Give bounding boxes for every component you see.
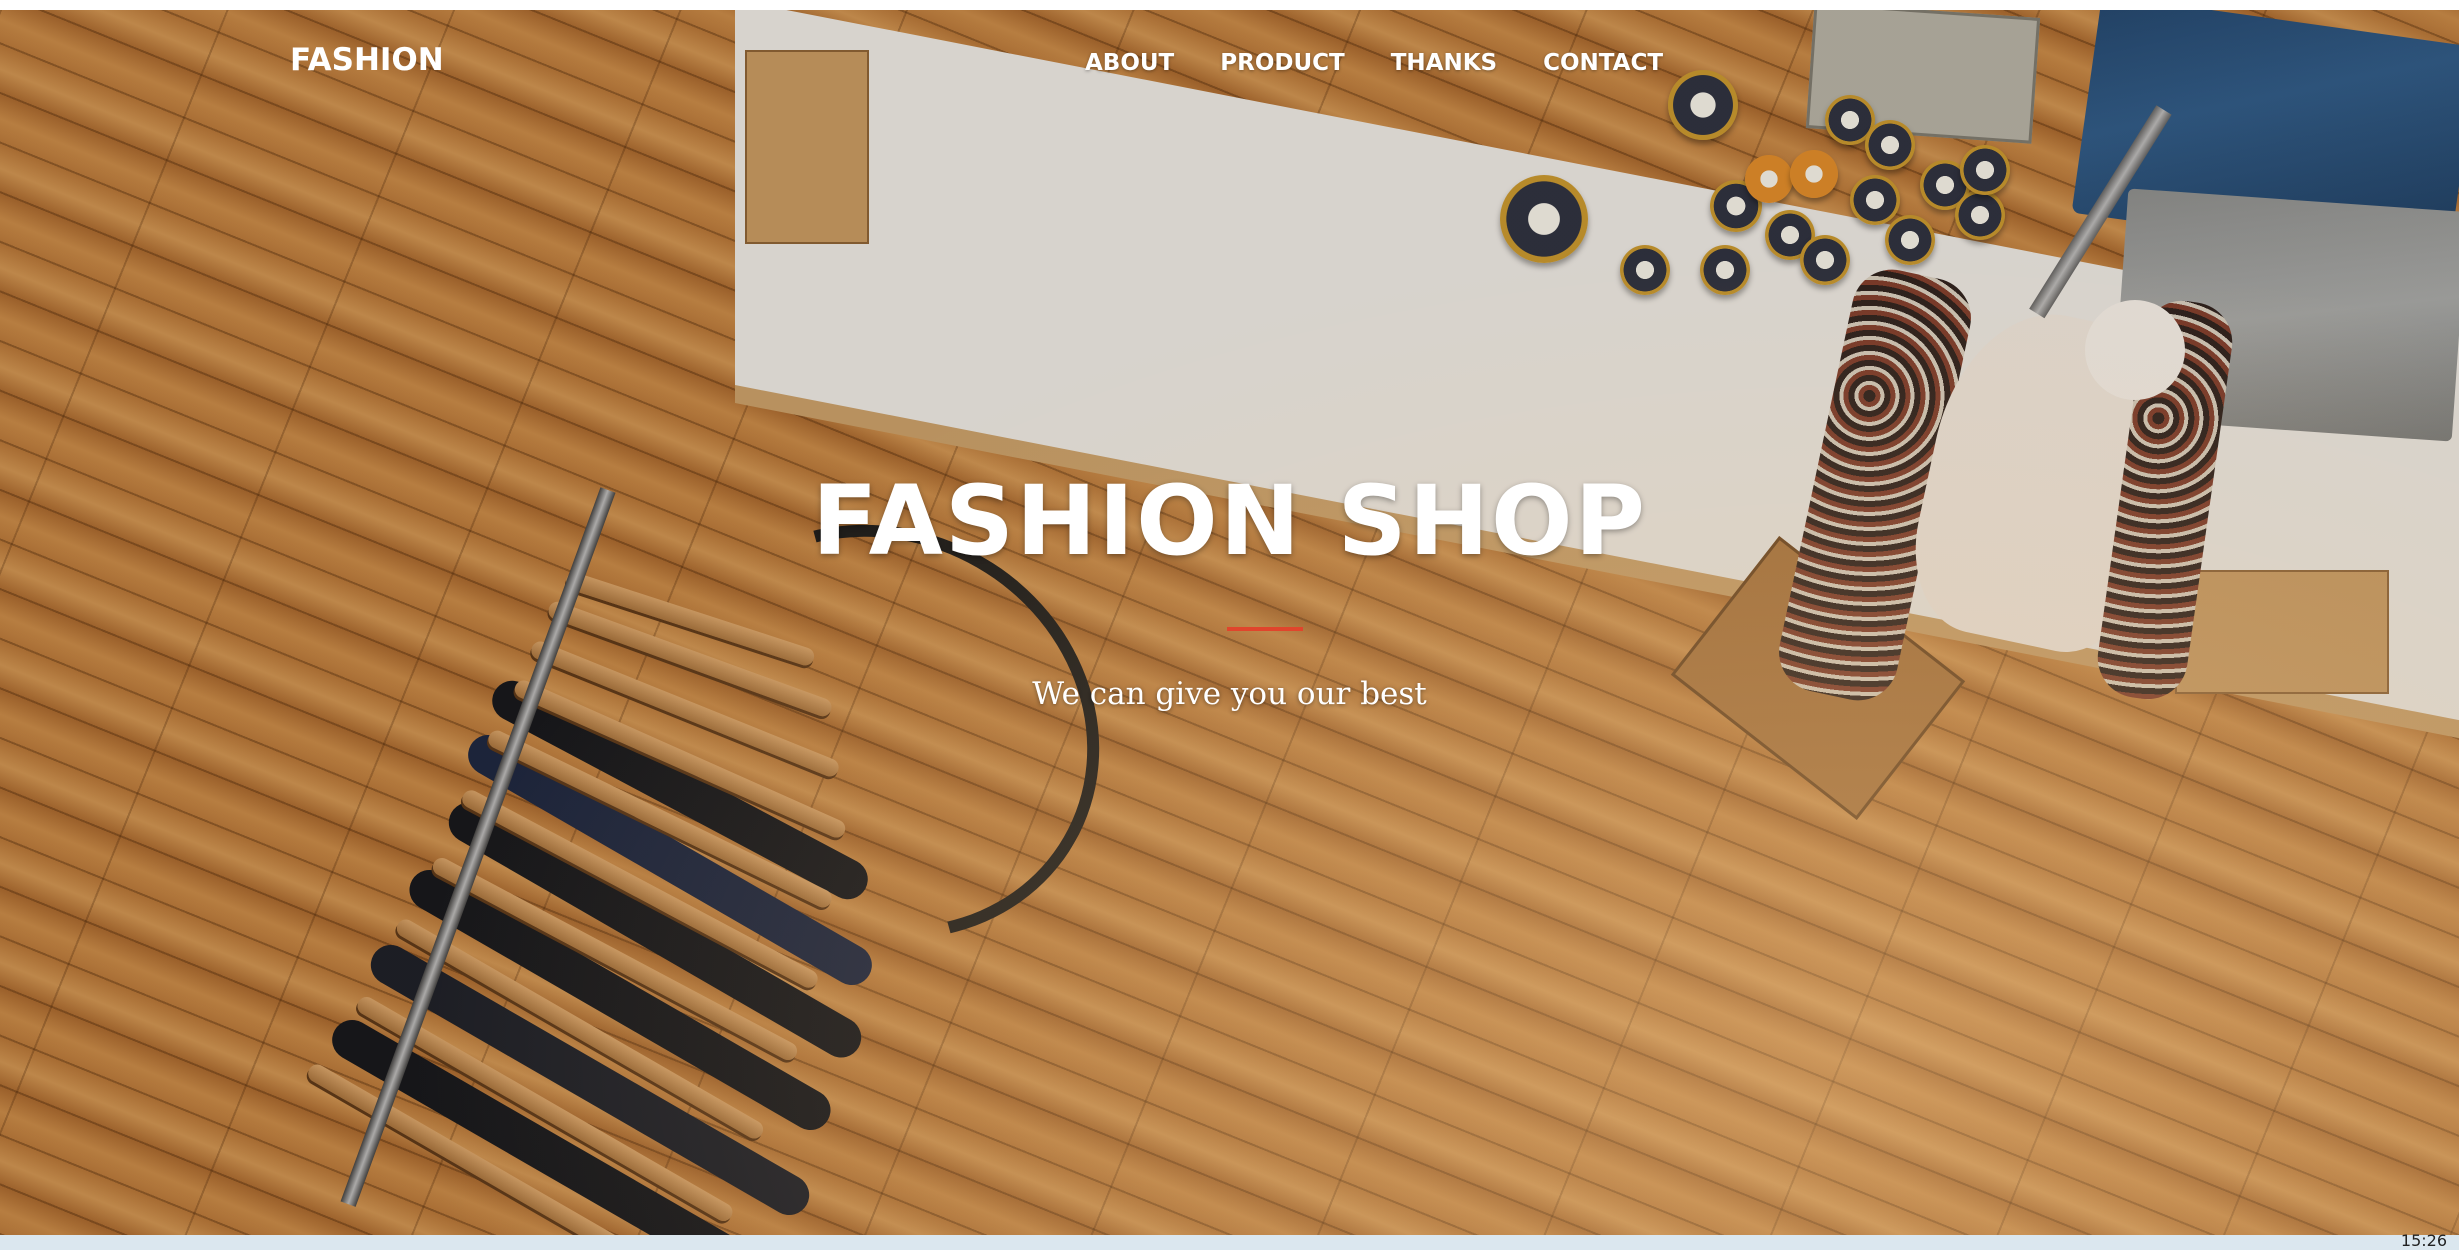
nav-item-thanks: THANKS bbox=[1391, 50, 1497, 76]
nav-item-contact: CONTACT bbox=[1543, 50, 1663, 76]
taskbar: 15:26 bbox=[0, 1231, 2459, 1250]
browser-viewport: FASHION ABOUT PRODUCT THANKS CONTACT FAS… bbox=[0, 0, 2459, 1250]
nav-links: ABOUT PRODUCT THANKS CONTACT bbox=[1085, 50, 1663, 76]
nav-link-thanks[interactable]: THANKS bbox=[1391, 50, 1497, 76]
nav-link-contact[interactable]: CONTACT bbox=[1543, 50, 1663, 76]
hero-subtitle: We can give you our best bbox=[1032, 676, 1427, 712]
nav-link-about[interactable]: ABOUT bbox=[1085, 50, 1174, 76]
top-strip bbox=[0, 0, 2459, 10]
taskbar-clock: 15:26 bbox=[2400, 1231, 2447, 1250]
hero-divider bbox=[1227, 627, 1303, 631]
nav-item-about: ABOUT bbox=[1085, 50, 1174, 76]
brand-logo-link[interactable]: FASHION bbox=[290, 42, 444, 78]
nav-item-product: PRODUCT bbox=[1220, 50, 1344, 76]
navbar: FASHION ABOUT PRODUCT THANKS CONTACT bbox=[0, 20, 2459, 90]
hero-section: FASHION ABOUT PRODUCT THANKS CONTACT FAS… bbox=[0, 10, 2459, 1235]
nav-link-product[interactable]: PRODUCT bbox=[1220, 50, 1344, 76]
hero-overlay bbox=[0, 10, 2459, 1235]
hero-title: FASHION SHOP bbox=[812, 465, 1647, 577]
